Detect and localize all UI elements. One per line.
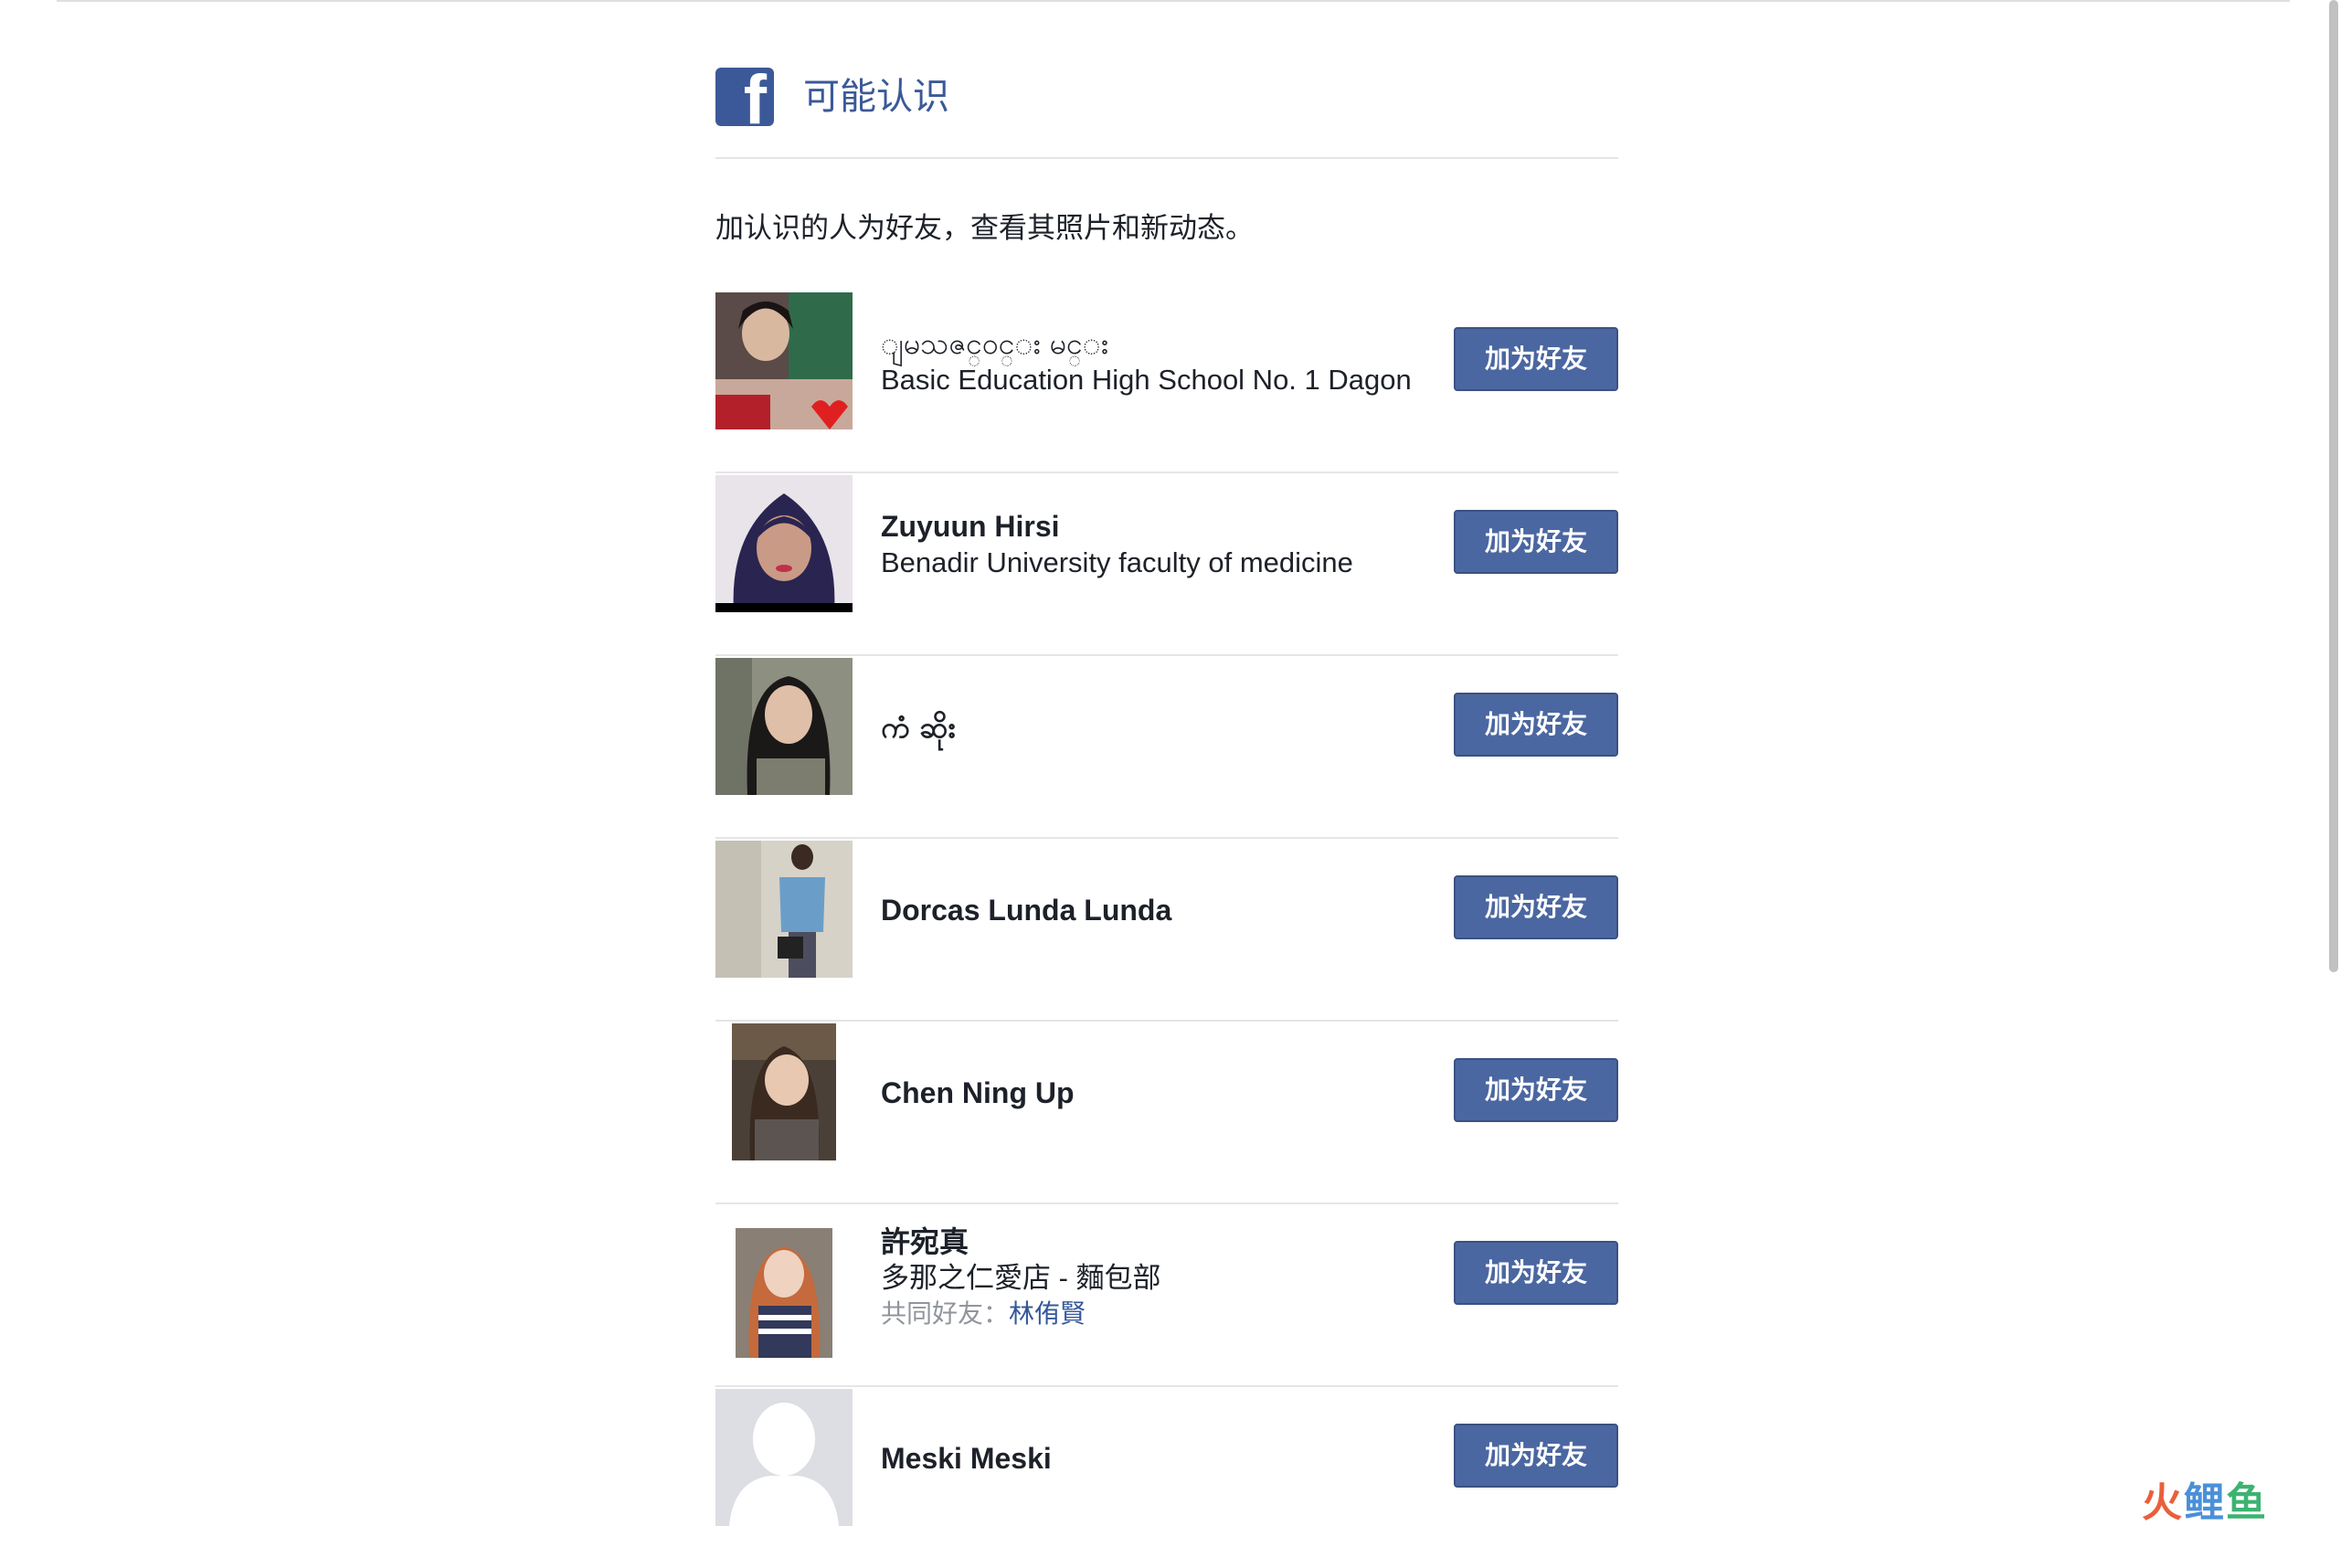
mutual-friends: 共同好友：林侑賢 [881, 1297, 1429, 1331]
default-silhouette-avatar[interactable] [715, 1389, 853, 1526]
mutual-friends-label: 共同好友： [881, 1299, 1010, 1328]
person-detail: 多那之仁愛店 - 麵包部 [881, 1262, 1161, 1294]
profile-photo[interactable] [715, 292, 853, 429]
person-name[interactable]: ျမသဇင္ဝင္း မင္း [881, 325, 1429, 362]
top-divider [57, 0, 2290, 2]
profile-photo[interactable] [736, 1228, 832, 1358]
person-detail: Basic Education High School No. 1 Dagon [881, 364, 1412, 396]
intro-text: 加认识的人为好友，查看其照片和新动态。 [715, 212, 1254, 244]
suggestion-row: 許宛真 多那之仁愛店 - 麵包部 共同好友：林侑賢 加为好友 [715, 1204, 1618, 1387]
person-detail: Benadir University faculty of medicine [881, 546, 1353, 578]
person-name[interactable]: ကံ ဆိုး [881, 709, 1429, 746]
scrollbar-thumb[interactable] [2329, 0, 2338, 972]
add-friend-button[interactable]: 加为好友 [1454, 510, 1618, 574]
watermark-char: 鲤 [2184, 1480, 2226, 1525]
suggestion-row: Dorcas Lunda Lunda 加为好友 [715, 839, 1618, 1022]
suggestion-row: Zuyuun Hirsi Benadir University faculty … [715, 473, 1618, 656]
watermark-char: 鱼 [2226, 1480, 2268, 1525]
profile-photo[interactable] [715, 658, 853, 795]
profile-photo[interactable] [732, 1023, 836, 1160]
watermark-char: 火 [2142, 1480, 2184, 1525]
profile-photo[interactable] [715, 475, 853, 612]
add-friend-button[interactable]: 加为好友 [1454, 327, 1618, 391]
suggestion-row: Chen Ning Up 加为好友 [715, 1022, 1618, 1204]
add-friend-button[interactable]: 加为好友 [1454, 1058, 1618, 1122]
person-name[interactable]: Chen Ning Up [881, 1075, 1429, 1111]
person-name[interactable]: Zuyuun Hirsi [881, 508, 1429, 545]
person-name[interactable]: 許宛真 [881, 1224, 1429, 1260]
facebook-logo-icon[interactable]: f [715, 68, 774, 126]
panel-title: 可能认识 [803, 77, 949, 117]
add-friend-button[interactable]: 加为好友 [1454, 1241, 1618, 1305]
add-friend-button[interactable]: 加为好友 [1454, 875, 1618, 939]
add-friend-button[interactable]: 加为好友 [1454, 693, 1618, 757]
person-name[interactable]: Dorcas Lunda Lunda [881, 892, 1429, 928]
suggestion-row: Meski Meski 加为好友 [715, 1387, 1618, 1568]
suggestion-row: ကံ ဆိုး 加为好友 [715, 656, 1618, 839]
person-name[interactable]: Meski Meski [881, 1440, 1429, 1477]
mutual-friend-link[interactable]: 林侑賢 [1009, 1299, 1086, 1328]
suggestion-row: ျမသဇင္ဝင္း မင္း Basic Education High Sch… [715, 291, 1618, 473]
suggestion-list: ျမသဇင္ဝင္း မင္း Basic Education High Sch… [715, 291, 1618, 1568]
add-friend-button[interactable]: 加为好友 [1454, 1424, 1618, 1488]
profile-photo[interactable] [715, 841, 853, 978]
watermark-logo: 火鲤鱼 [2142, 1480, 2268, 1526]
panel-header: f 可能认识 [715, 68, 1618, 159]
